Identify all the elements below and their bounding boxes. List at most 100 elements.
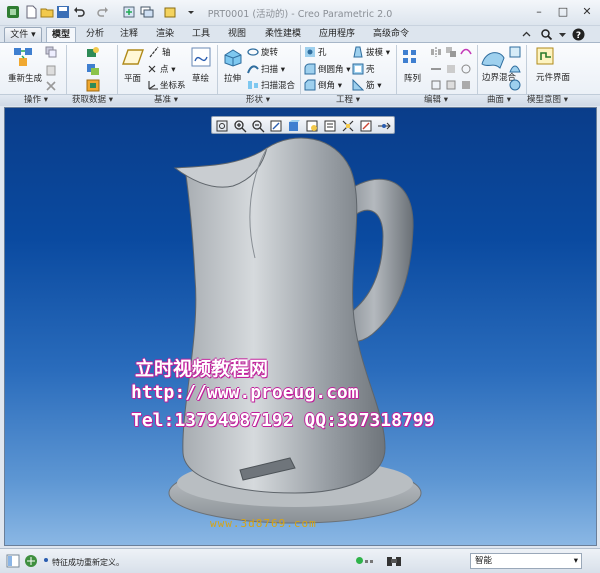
message-bullet — [44, 558, 48, 562]
thicken-icon[interactable] — [460, 46, 472, 58]
coordinate-system-label[interactable]: 坐标系 — [160, 81, 186, 91]
tab-view[interactable]: 视图 — [222, 27, 252, 42]
search-icon[interactable] — [540, 28, 553, 41]
group-operations[interactable]: 操作 ▾ — [24, 95, 48, 106]
group-model-intent[interactable]: 模型意图 ▾ — [527, 95, 568, 106]
pattern-icon[interactable] — [401, 48, 425, 70]
draft-icon[interactable] — [352, 46, 364, 58]
shrinkwrap-icon[interactable] — [86, 79, 100, 92]
title-bar: PRT0001 (活动的) - Creo Parametric 2.0 – □ … — [0, 0, 600, 26]
sweep-icon[interactable] — [247, 63, 259, 75]
draft-label[interactable]: 拔模 ▾ — [366, 48, 390, 58]
extend-icon[interactable] — [430, 63, 442, 75]
swept-blend-label[interactable]: 扫描混合 — [261, 81, 295, 91]
tab-advanced[interactable]: 高级命令 — [366, 27, 416, 42]
tab-render[interactable]: 渲染 — [150, 27, 180, 42]
group-surfaces[interactable]: 曲面 ▾ — [487, 95, 511, 106]
navigator-toggle-icon[interactable] — [6, 554, 20, 568]
sketch-icon[interactable] — [191, 47, 211, 67]
style-icon[interactable] — [509, 63, 521, 75]
copy-geometry-icon[interactable] — [86, 63, 100, 76]
minimize-button[interactable]: – — [528, 3, 550, 20]
swept-blend-icon[interactable] — [247, 79, 259, 91]
dropdown-arrow-icon[interactable] — [556, 28, 569, 41]
plane-label[interactable]: 平面 — [124, 74, 141, 84]
chamfer-icon[interactable] — [304, 79, 316, 91]
rib-icon[interactable] — [352, 79, 364, 91]
ribbon-tabs: 文件 ▾ 模型 分析 注释 渲染 工具 视图 柔性建模 应用程序 高级命令 ? — [0, 26, 600, 42]
status-message: 特征成功重新定义。 — [52, 558, 124, 567]
group-engineering[interactable]: 工程 ▾ — [336, 95, 360, 106]
shell-icon[interactable] — [352, 63, 364, 75]
paste-icon[interactable] — [45, 64, 57, 76]
regen-status — [356, 556, 376, 566]
mirror-icon[interactable] — [430, 46, 442, 58]
pattern-label[interactable]: 阵列 — [404, 74, 421, 84]
watermark-contact: Tel:13794987192 QQ:397318799 — [131, 410, 435, 431]
copy-icon[interactable] — [45, 46, 57, 58]
window-title: PRT0001 (活动的) - Creo Parametric 2.0 — [207, 9, 393, 20]
boundary-blend-label[interactable]: 边界混合 — [482, 74, 516, 83]
tab-flexible-modeling[interactable]: 柔性建模 — [258, 27, 308, 42]
sweep-label[interactable]: 扫描 ▾ — [261, 65, 285, 75]
plane-icon[interactable] — [122, 48, 144, 66]
coordinate-system-icon[interactable] — [146, 79, 160, 91]
chevron-down-icon: ▾ — [573, 556, 578, 566]
watermark-site: www.3d8769.com — [210, 517, 317, 530]
shell-label[interactable]: 壳 — [366, 65, 375, 75]
sketch-label[interactable]: 草绘 — [192, 74, 209, 84]
tab-tools[interactable]: 工具 — [186, 27, 216, 42]
group-get-data[interactable]: 获取数据 ▾ — [72, 95, 113, 106]
component-interface-label[interactable]: 元件界面 — [536, 74, 570, 83]
user-defined-feature-icon[interactable] — [86, 46, 100, 59]
extrude-label[interactable]: 拉伸 — [224, 74, 241, 84]
axis-icon[interactable] — [148, 46, 160, 58]
group-datum[interactable]: 基准 ▾ — [154, 95, 178, 106]
regenerate-label[interactable]: 重新生成 — [8, 74, 42, 84]
point-icon[interactable] — [146, 63, 160, 75]
hole-label[interactable]: 孔 — [318, 48, 327, 58]
revolve-label[interactable]: 旋转 — [261, 48, 278, 58]
boundary-blend-icon[interactable] — [480, 46, 506, 70]
tab-annotate[interactable]: 注释 — [114, 27, 144, 42]
minimize-ribbon-icon[interactable] — [520, 28, 533, 41]
tab-model[interactable]: 模型 — [46, 27, 76, 42]
solidify-icon[interactable] — [460, 79, 472, 91]
revolve-icon[interactable] — [247, 46, 259, 58]
find-icon[interactable] — [386, 554, 402, 568]
svg-text:?: ? — [576, 31, 581, 41]
intersect-icon[interactable] — [460, 63, 472, 75]
group-editing[interactable]: 编辑 ▾ — [424, 95, 448, 106]
round-label[interactable]: 倒圆角 ▾ — [318, 65, 350, 75]
maximize-button[interactable]: □ — [552, 3, 574, 20]
watermark-title: 立时视频教程网 — [135, 358, 269, 380]
fill-surface-icon[interactable] — [509, 46, 521, 58]
component-interface-icon[interactable] — [535, 46, 557, 68]
close-button[interactable]: ✕ — [576, 3, 598, 20]
axis-label[interactable]: 轴 — [162, 48, 171, 58]
trim-icon[interactable] — [445, 63, 457, 75]
watermark-url: http://www.proeug.com — [131, 382, 359, 403]
chamfer-label[interactable]: 倒角 ▾ — [318, 81, 342, 91]
selection-filter[interactable]: 智能 ▾ — [470, 553, 582, 569]
merge-icon[interactable] — [445, 46, 457, 58]
graphics-window[interactable]: 立时视频教程网 http://www.proeug.com Tel:137949… — [4, 107, 597, 546]
extrude-icon[interactable] — [222, 47, 244, 67]
freestyle-icon[interactable] — [509, 79, 521, 91]
tab-applications[interactable]: 应用程序 — [312, 27, 362, 42]
point-label[interactable]: 点 ▾ — [160, 65, 175, 75]
group-shapes[interactable]: 形状 ▾ — [246, 95, 270, 106]
kettle-model[interactable] — [5, 108, 597, 546]
tab-file[interactable]: 文件 ▾ — [4, 27, 42, 42]
tab-analysis[interactable]: 分析 — [80, 27, 110, 42]
delete-icon[interactable] — [45, 80, 57, 92]
browser-toggle-icon[interactable] — [24, 554, 38, 568]
project-icon[interactable] — [430, 79, 442, 91]
regenerate-icon[interactable] — [12, 46, 36, 68]
offset-icon[interactable] — [445, 79, 457, 91]
status-bar: 特征成功重新定义。 智能 ▾ — [0, 548, 600, 573]
hole-icon[interactable] — [304, 46, 316, 58]
rib-label[interactable]: 筋 ▾ — [366, 81, 381, 91]
help-icon[interactable]: ? — [572, 28, 585, 41]
round-icon[interactable] — [304, 63, 316, 75]
